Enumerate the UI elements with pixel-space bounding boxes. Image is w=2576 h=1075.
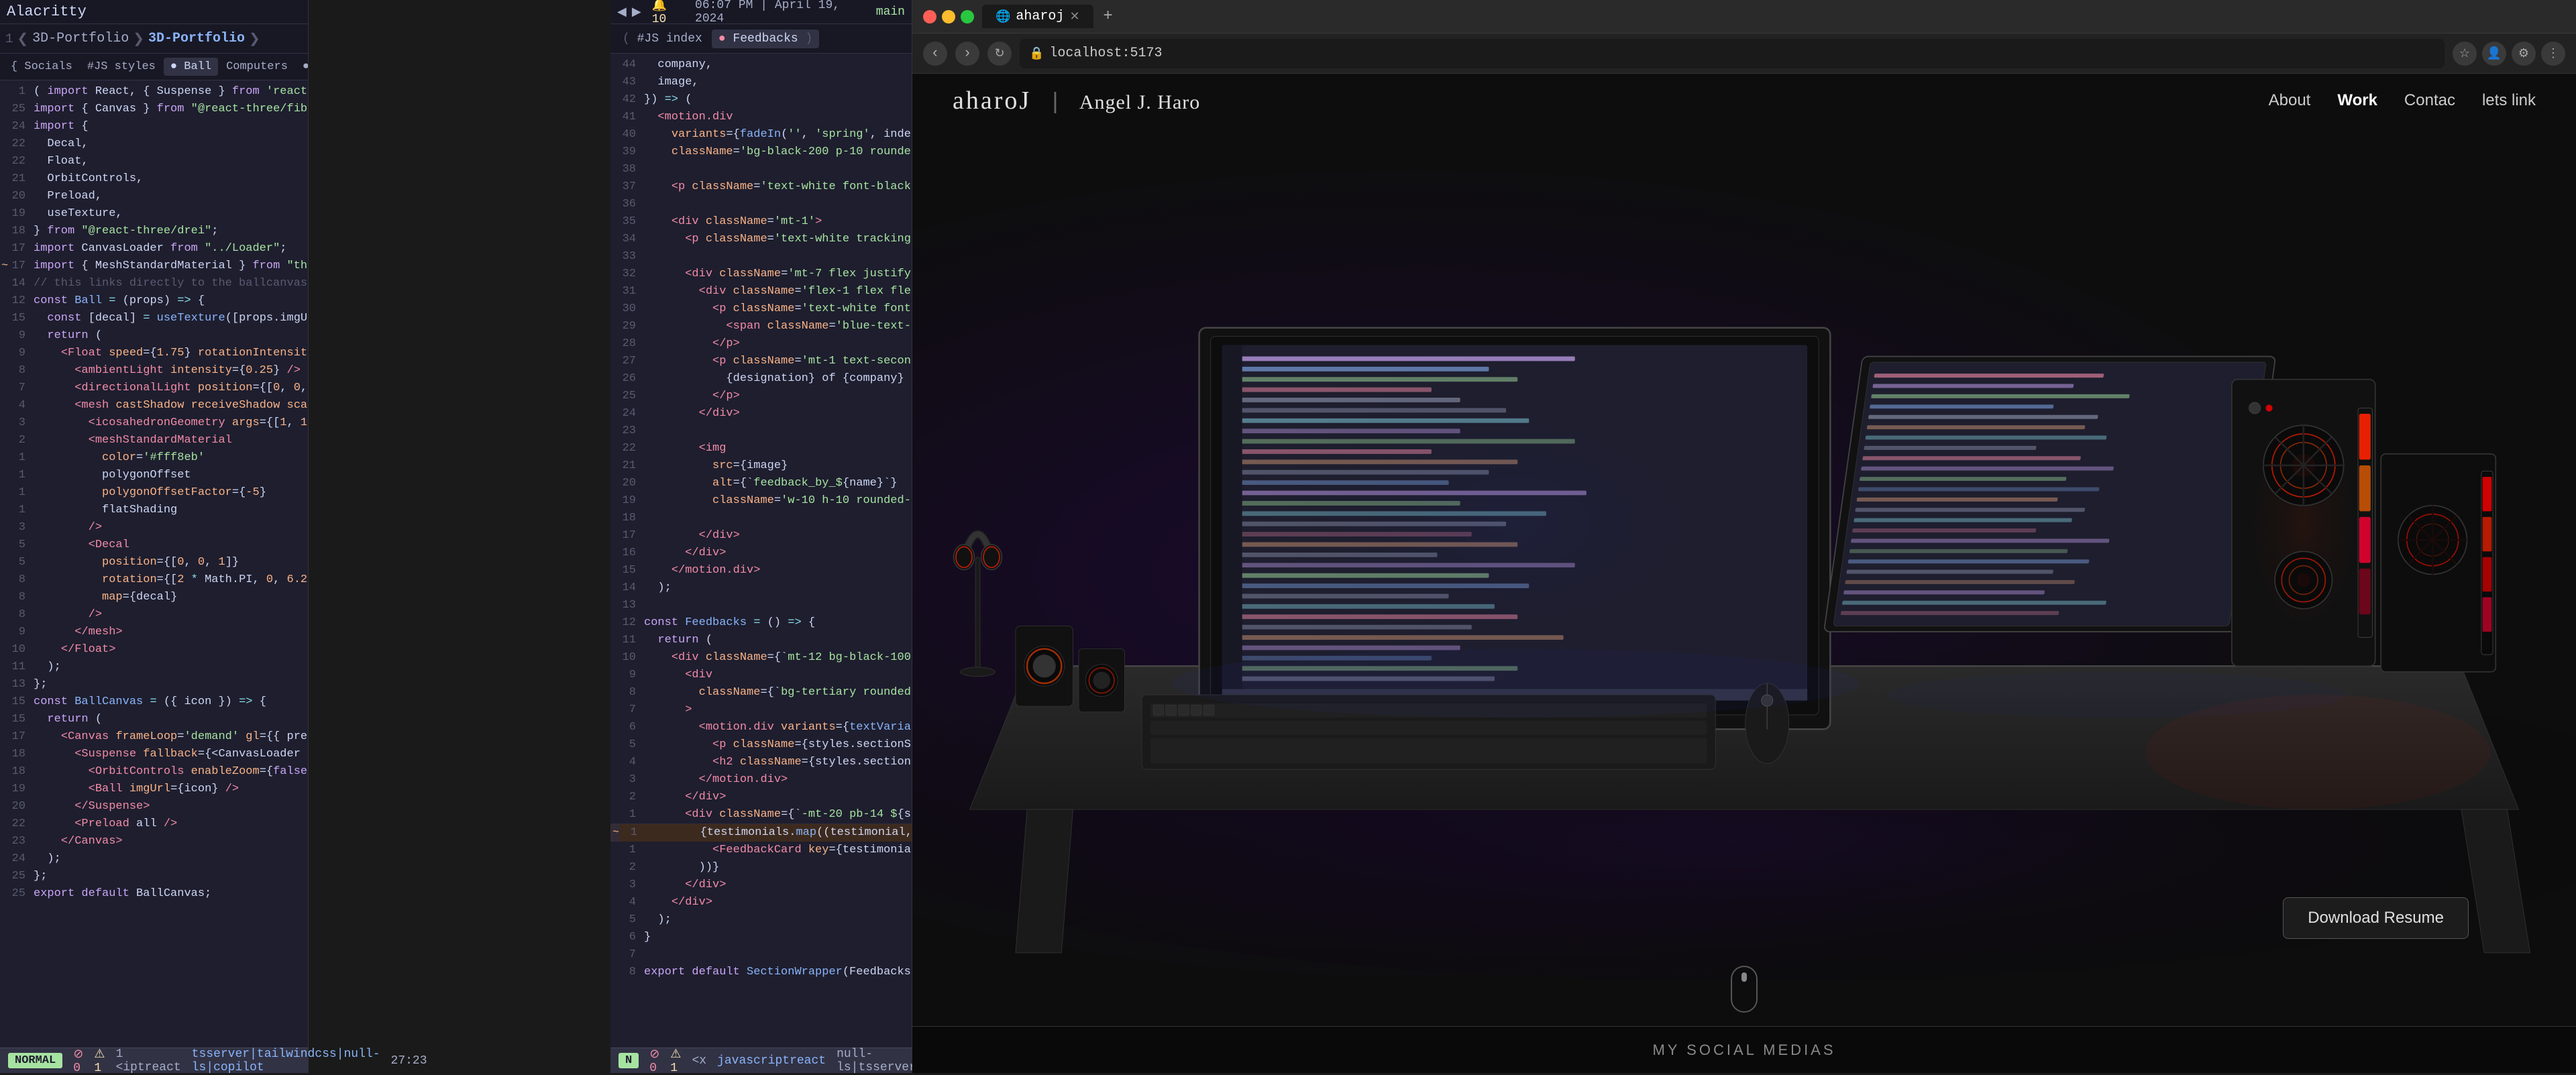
editor1-file-tabs: { Socials #JS styles ● Ball Computers ● … xyxy=(0,54,308,80)
time-display: 06:07 PM | April 19, 2024 xyxy=(695,0,868,25)
scroll-indicator xyxy=(1731,966,1758,1013)
editor2-statusbar: N ⊘ 0 ⚠ 1 <x javascriptreact null-ls|tss… xyxy=(610,1048,912,1073)
download-resume-label: Download Resume xyxy=(2308,909,2444,927)
breadcrumb: 1 ❮ 3D-Portfolio ❯ 3D-Portfolio ❯ xyxy=(5,30,260,48)
url-text: localhost:5173 xyxy=(1049,46,1162,61)
tab-js-index[interactable]: ( #JS index xyxy=(616,30,709,48)
close-dot[interactable] xyxy=(923,10,936,23)
website-viewport: aharoJ | Angel J. Haro About Work Contac… xyxy=(912,74,2576,1073)
editor1-content: 1( import React, { Suspense } from 'reac… xyxy=(0,80,308,1048)
branch-name: main xyxy=(876,5,905,19)
status-errors2: ⊘ 0 xyxy=(649,1047,659,1075)
tab-feedbacks[interactable]: ● Feedbacks ) xyxy=(712,30,819,48)
arrow-left: ◀ xyxy=(617,5,627,19)
profile-btn[interactable]: 👤 xyxy=(2482,42,2506,66)
browser-tab-container: 🌐 aharoj ✕ + xyxy=(982,5,2565,29)
tab-title: aharoj xyxy=(1016,9,1064,24)
editor2-topbar: ◀ ▶ 🔔 10 06:07 PM | April 19, 2024 main xyxy=(610,0,912,24)
tab-ball[interactable]: ● Ball xyxy=(164,58,218,76)
status-pos: 27:23 xyxy=(391,1054,427,1068)
browser-nav-bar: ‹ › ↻ 🔒 localhost:5173 ☆ 👤 ⚙ ⋮ xyxy=(912,34,2576,74)
editor2-code: 44 company, 43 image, 42}) => ( 41 <moti… xyxy=(610,54,912,1048)
social-bar-text: MY SOCIAL MEDIAS xyxy=(1652,1041,1835,1059)
maximize-dot[interactable] xyxy=(961,10,974,23)
bookmark-btn[interactable]: ☆ xyxy=(2453,42,2477,66)
tab-socials[interactable]: { Socials xyxy=(4,58,79,76)
status-info: 1 <iptreact xyxy=(115,1048,180,1074)
editor1-code: 1( import React, { Suspense } from 'reac… xyxy=(0,80,308,1048)
editor1-statusbar: NORMAL ⊘ 0 ⚠ 1 1 <iptreact tsserver|tail… xyxy=(0,1048,308,1073)
status-lsp: tsserver|tailwindcss|null-ls|copilot xyxy=(192,1048,380,1074)
editor2-file-tabs: ( #JS index ● Feedbacks ) xyxy=(610,24,912,54)
browser-panel: 🌐 aharoj ✕ + ‹ › ↻ 🔒 localhost:5173 ☆ 👤 … xyxy=(912,0,2576,1073)
minimize-dot[interactable] xyxy=(942,10,955,23)
editor2-meta: 🔔 10 06:07 PM | April 19, 2024 main xyxy=(652,0,905,26)
breadcrumb-folder1: 3D-Portfolio xyxy=(32,31,129,46)
refresh-button[interactable]: ↻ xyxy=(987,42,1012,66)
site-logo: aharoJ xyxy=(953,87,1031,115)
new-tab-btn[interactable]: + xyxy=(1096,5,1120,29)
lock-icon: 🔒 xyxy=(1029,46,1044,61)
editor1-breadcrumb-bar: 1 ❮ 3D-Portfolio ❯ 3D-Portfolio ❯ xyxy=(0,24,308,54)
window-controls xyxy=(923,10,974,23)
browser-extra-controls: ☆ 👤 ⚙ ⋮ xyxy=(2453,42,2565,66)
nav-work[interactable]: Work xyxy=(2337,91,2377,110)
download-resume-button[interactable]: Download Resume xyxy=(2283,897,2469,939)
site-logo-container: aharoJ | Angel J. Haro xyxy=(953,86,1200,116)
nav-letslink[interactable]: lets link xyxy=(2482,91,2536,110)
social-bar: MY SOCIAL MEDIAS xyxy=(912,1026,2576,1073)
editor2-nav: ◀ ▶ xyxy=(617,5,641,19)
editor2-content: 44 company, 43 image, 42}) => ( 41 <moti… xyxy=(610,54,912,1048)
menu-btn[interactable]: ⋮ xyxy=(2541,42,2565,66)
editor1-titlebar: Alacritty xyxy=(0,0,308,24)
status-lsp2: javascriptreact xyxy=(717,1054,826,1068)
status-warnings2: ⚠ 1 xyxy=(670,1047,681,1075)
site-logo-name: Angel J. Haro xyxy=(1079,91,1200,113)
url-bar[interactable]: 🔒 localhost:5173 xyxy=(1020,39,2445,68)
breadcrumb-file: 3D-Portfolio xyxy=(148,31,245,46)
extensions-btn[interactable]: ⚙ xyxy=(2512,42,2536,66)
scroll-dot xyxy=(1741,972,1747,982)
nav-about[interactable]: About xyxy=(2269,91,2311,110)
status-warnings: ⚠ 1 xyxy=(94,1047,105,1075)
status-errors: ⊘ 0 xyxy=(73,1047,83,1075)
site-nav-links: About Work Contac lets link xyxy=(2269,91,2536,110)
status-info2: <x xyxy=(692,1054,706,1068)
browser-window-bar: 🌐 aharoj ✕ + xyxy=(912,0,2576,34)
breadcrumb-sep1: ❮ xyxy=(17,30,28,48)
browser-tab-aharoj[interactable]: 🌐 aharoj ✕ xyxy=(982,5,1093,28)
tab-favicon: 🌐 xyxy=(996,9,1010,24)
breadcrumb-sep2: ❯ xyxy=(133,30,144,48)
tab-close-btn[interactable]: ✕ xyxy=(1069,9,1079,24)
site-nav: aharoJ | Angel J. Haro About Work Contac… xyxy=(912,74,2576,127)
arrow-right: ▶ xyxy=(632,5,641,19)
breadcrumb-num: 1 xyxy=(5,32,13,46)
back-button[interactable]: ‹ xyxy=(923,42,947,66)
site-logo-separator: | xyxy=(1049,91,1062,116)
forward-button[interactable]: › xyxy=(955,42,979,66)
breadcrumb-sep3: ❯ xyxy=(249,30,260,48)
tab-earth[interactable]: ● Earth xyxy=(296,58,308,76)
nav-contact[interactable]: Contac xyxy=(2404,91,2455,110)
vim-mode: NORMAL xyxy=(8,1053,62,1068)
tab-js-styles[interactable]: #JS styles xyxy=(80,58,162,76)
tab-computers[interactable]: Computers xyxy=(219,58,294,76)
git-commits: 🔔 10 xyxy=(652,0,687,26)
editor1-title: Alacritty xyxy=(7,3,87,20)
vim-mode2: N xyxy=(619,1053,639,1068)
